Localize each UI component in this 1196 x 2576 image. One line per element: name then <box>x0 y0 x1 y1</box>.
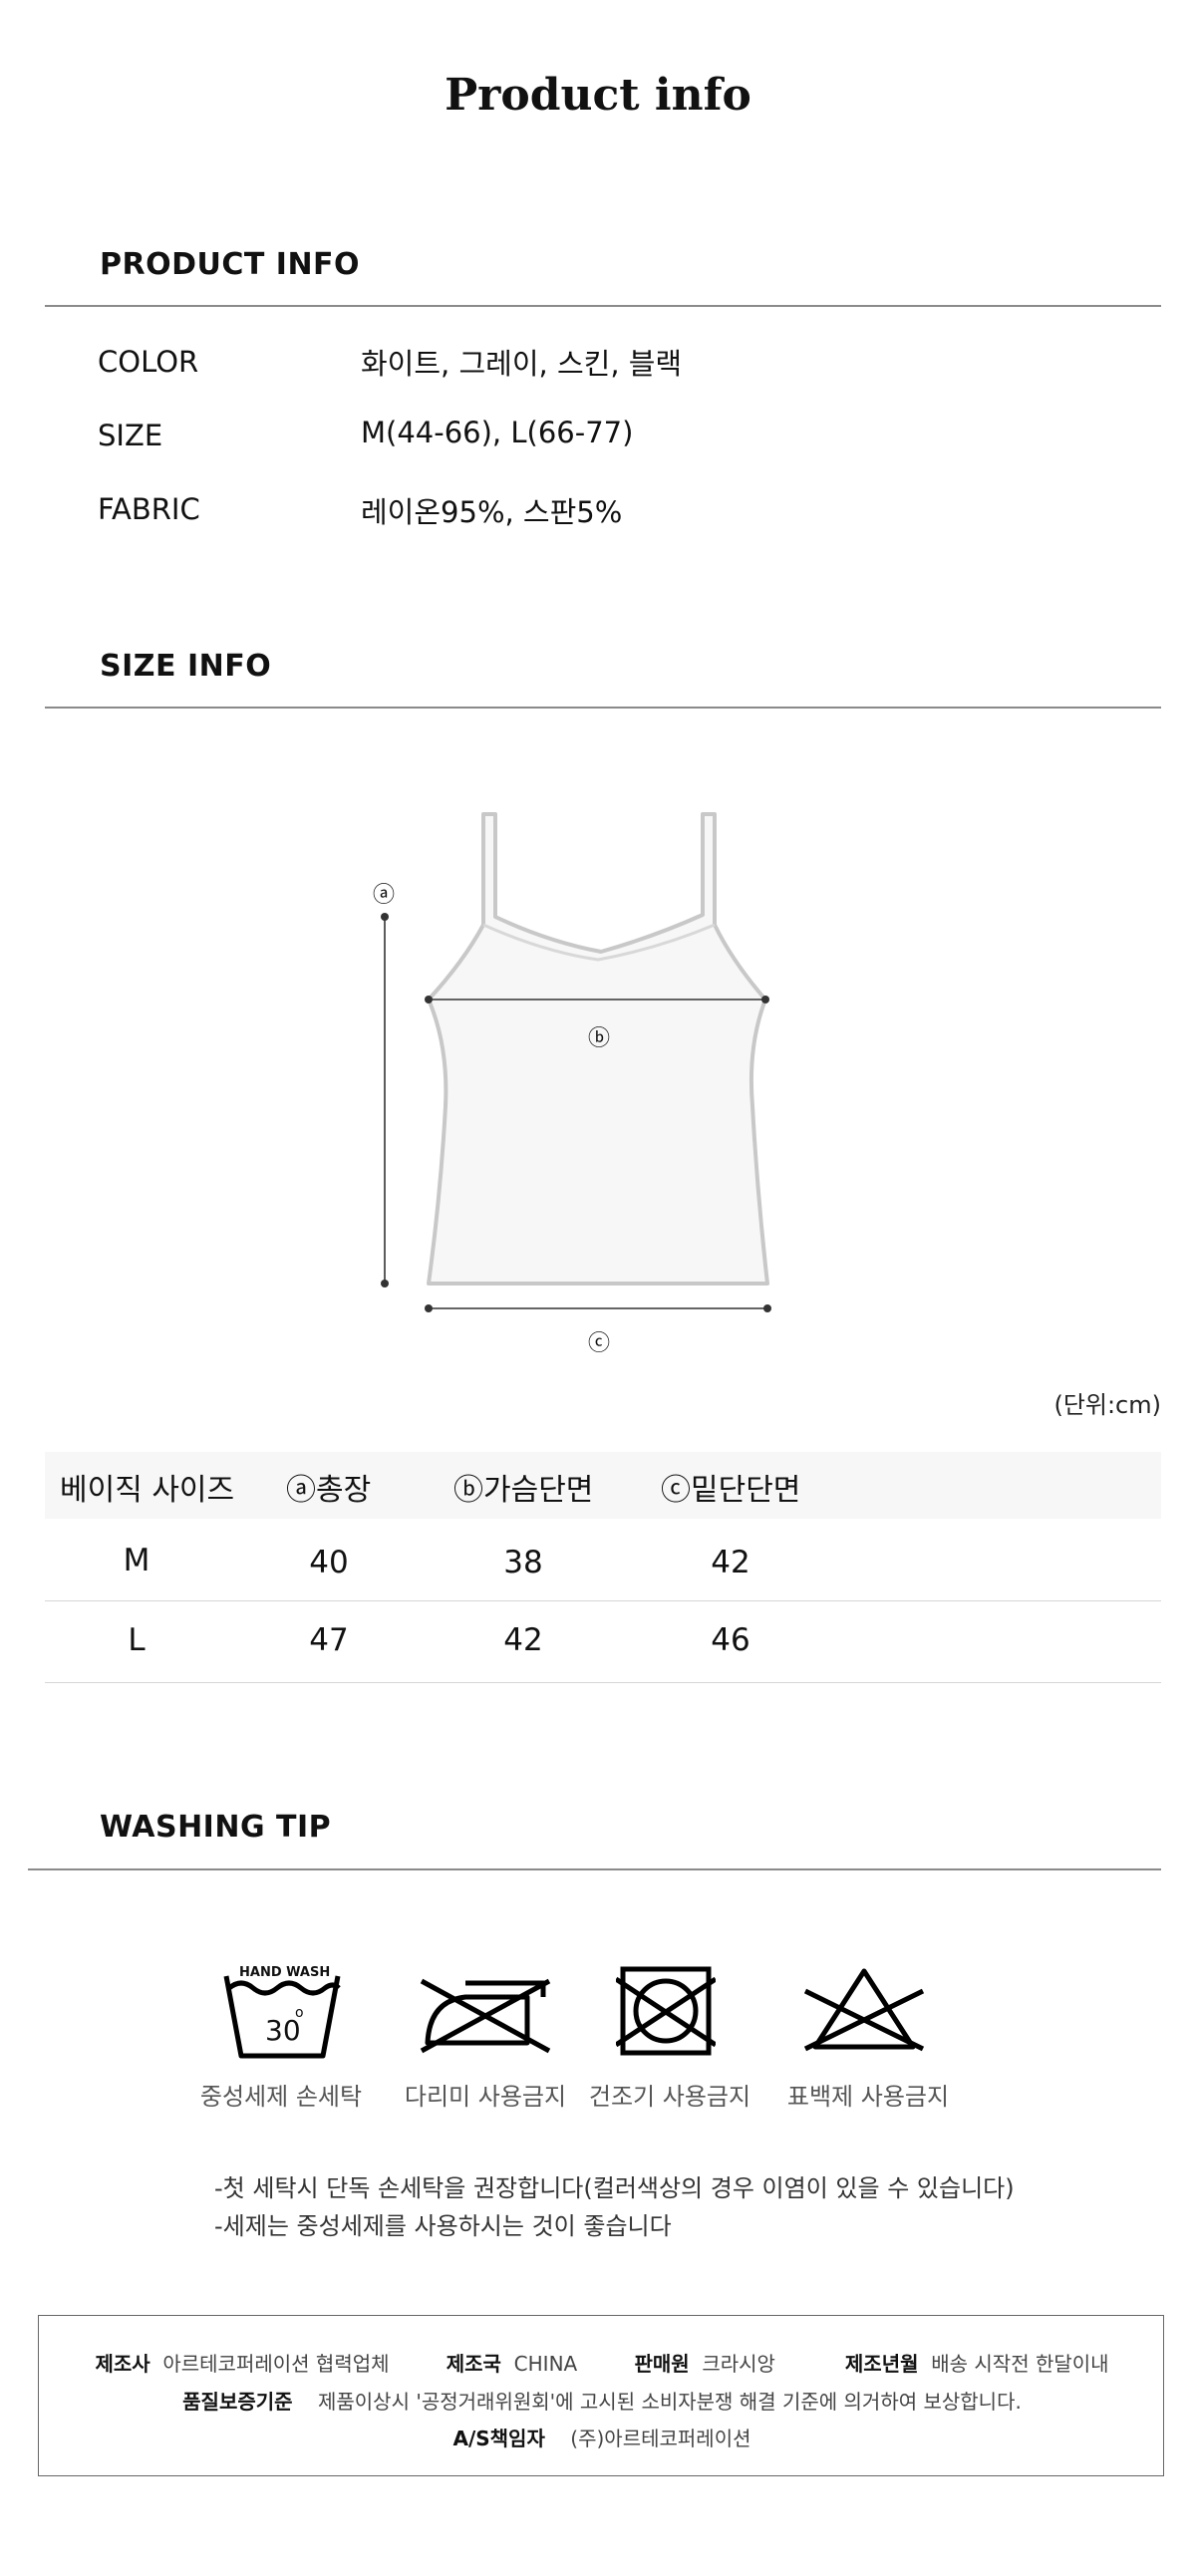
size-table-header-hem: ⓒ밑단단면 <box>661 1473 801 1508</box>
manufacturer-value: 아르테코퍼레이션 협력업체 <box>162 2352 390 2376</box>
size-table-row-l-size: L <box>128 1622 146 1658</box>
no-bleach-caption: 표백제 사용금지 <box>786 2083 950 2111</box>
size-table-row-l-length: 47 <box>309 1622 349 1658</box>
washing-tip-divider <box>28 1868 1161 1870</box>
unit-label: (단위:cm) <box>1053 1391 1161 1419</box>
size-table-row-m-hem: 42 <box>711 1545 750 1580</box>
date-value: 배송 시작전 한달이내 <box>931 2352 1109 2376</box>
size-table-header-chest: ⓑ가슴단면 <box>453 1473 594 1508</box>
hem-width-dot-left <box>425 1304 433 1312</box>
country-label: 제조국 <box>446 2352 501 2376</box>
chest-width-dot-right <box>761 996 769 1003</box>
total-length-dot-bottom <box>381 1280 389 1288</box>
seller-label: 판매원 <box>634 2352 690 2376</box>
no-iron-icon <box>420 1978 551 2054</box>
seller-value: 크라시앙 <box>702 2352 775 2376</box>
notice-line-3: A/S책임자 (주)아르테코퍼레이션 <box>39 2423 1165 2451</box>
quality-value: 제품이상시 '공정거래위원회'에 고시된 소비자분쟁 해결 기준에 의거하여 보… <box>317 2390 1022 2414</box>
marker-c: ⓒ <box>588 1331 611 1356</box>
total-length-dot-top <box>381 913 389 921</box>
size-table-header-size: 베이직 사이즈 <box>60 1473 235 1508</box>
size-table-header-length: ⓐ총장 <box>286 1473 372 1508</box>
hand-wash-label: HAND WASH <box>239 1965 331 1980</box>
degree-icon: o <box>295 2005 304 2021</box>
size-table-row-m-size: M <box>123 1543 150 1578</box>
size-table-row-l-chest: 42 <box>503 1622 543 1658</box>
no-tumble-dry-icon <box>616 1966 716 2056</box>
size-table-row-l-hem: 46 <box>711 1622 750 1658</box>
washing-note-1: -첫 세탁시 단독 손세탁을 권장합니다(컬러색상의 경우 이염이 있을 수 있… <box>214 2174 1015 2202</box>
size-table-row-m-chest: 38 <box>503 1545 543 1580</box>
marker-a: ⓐ <box>373 883 396 908</box>
notice-line-2: 품질보증기준 제품이상시 '공정거래위원회'에 고시된 소비자분쟁 해결 기준에… <box>39 2386 1165 2415</box>
date-label: 제조년월 <box>844 2352 919 2376</box>
size-table-row-m-length: 40 <box>309 1545 349 1580</box>
product-notice-box: 제조사 아르테코퍼레이션 협력업체 제조국 CHINA 판매원 크라시앙 제조년… <box>38 2315 1164 2476</box>
washing-note-2: -세제는 중성세제를 사용하시는 것이 좋습니다 <box>214 2212 672 2240</box>
as-value: (주)아르테코퍼레이션 <box>570 2427 751 2450</box>
hand-wash-caption: 중성세제 손세탁 <box>199 2083 363 2111</box>
as-label: A/S책임자 <box>452 2427 545 2450</box>
size-table-row-divider <box>45 1682 1161 1683</box>
notice-line-1: 제조사 아르테코퍼레이션 협력업체 제조국 CHINA 판매원 크라시앙 제조년… <box>39 2348 1165 2377</box>
hem-width-dot-right <box>763 1304 771 1312</box>
washing-tip-heading: WASHING TIP <box>100 1810 332 1845</box>
quality-label: 품질보증기준 <box>182 2390 293 2414</box>
marker-b: ⓑ <box>588 1026 611 1051</box>
chest-width-dot-left <box>425 996 433 1003</box>
size-table-row-divider <box>45 1600 1161 1601</box>
camisole-size-diagram <box>381 812 771 1312</box>
no-bleach-icon <box>803 1968 925 2052</box>
manufacturer-label: 제조사 <box>95 2352 150 2376</box>
country-value: CHINA <box>513 2352 578 2376</box>
